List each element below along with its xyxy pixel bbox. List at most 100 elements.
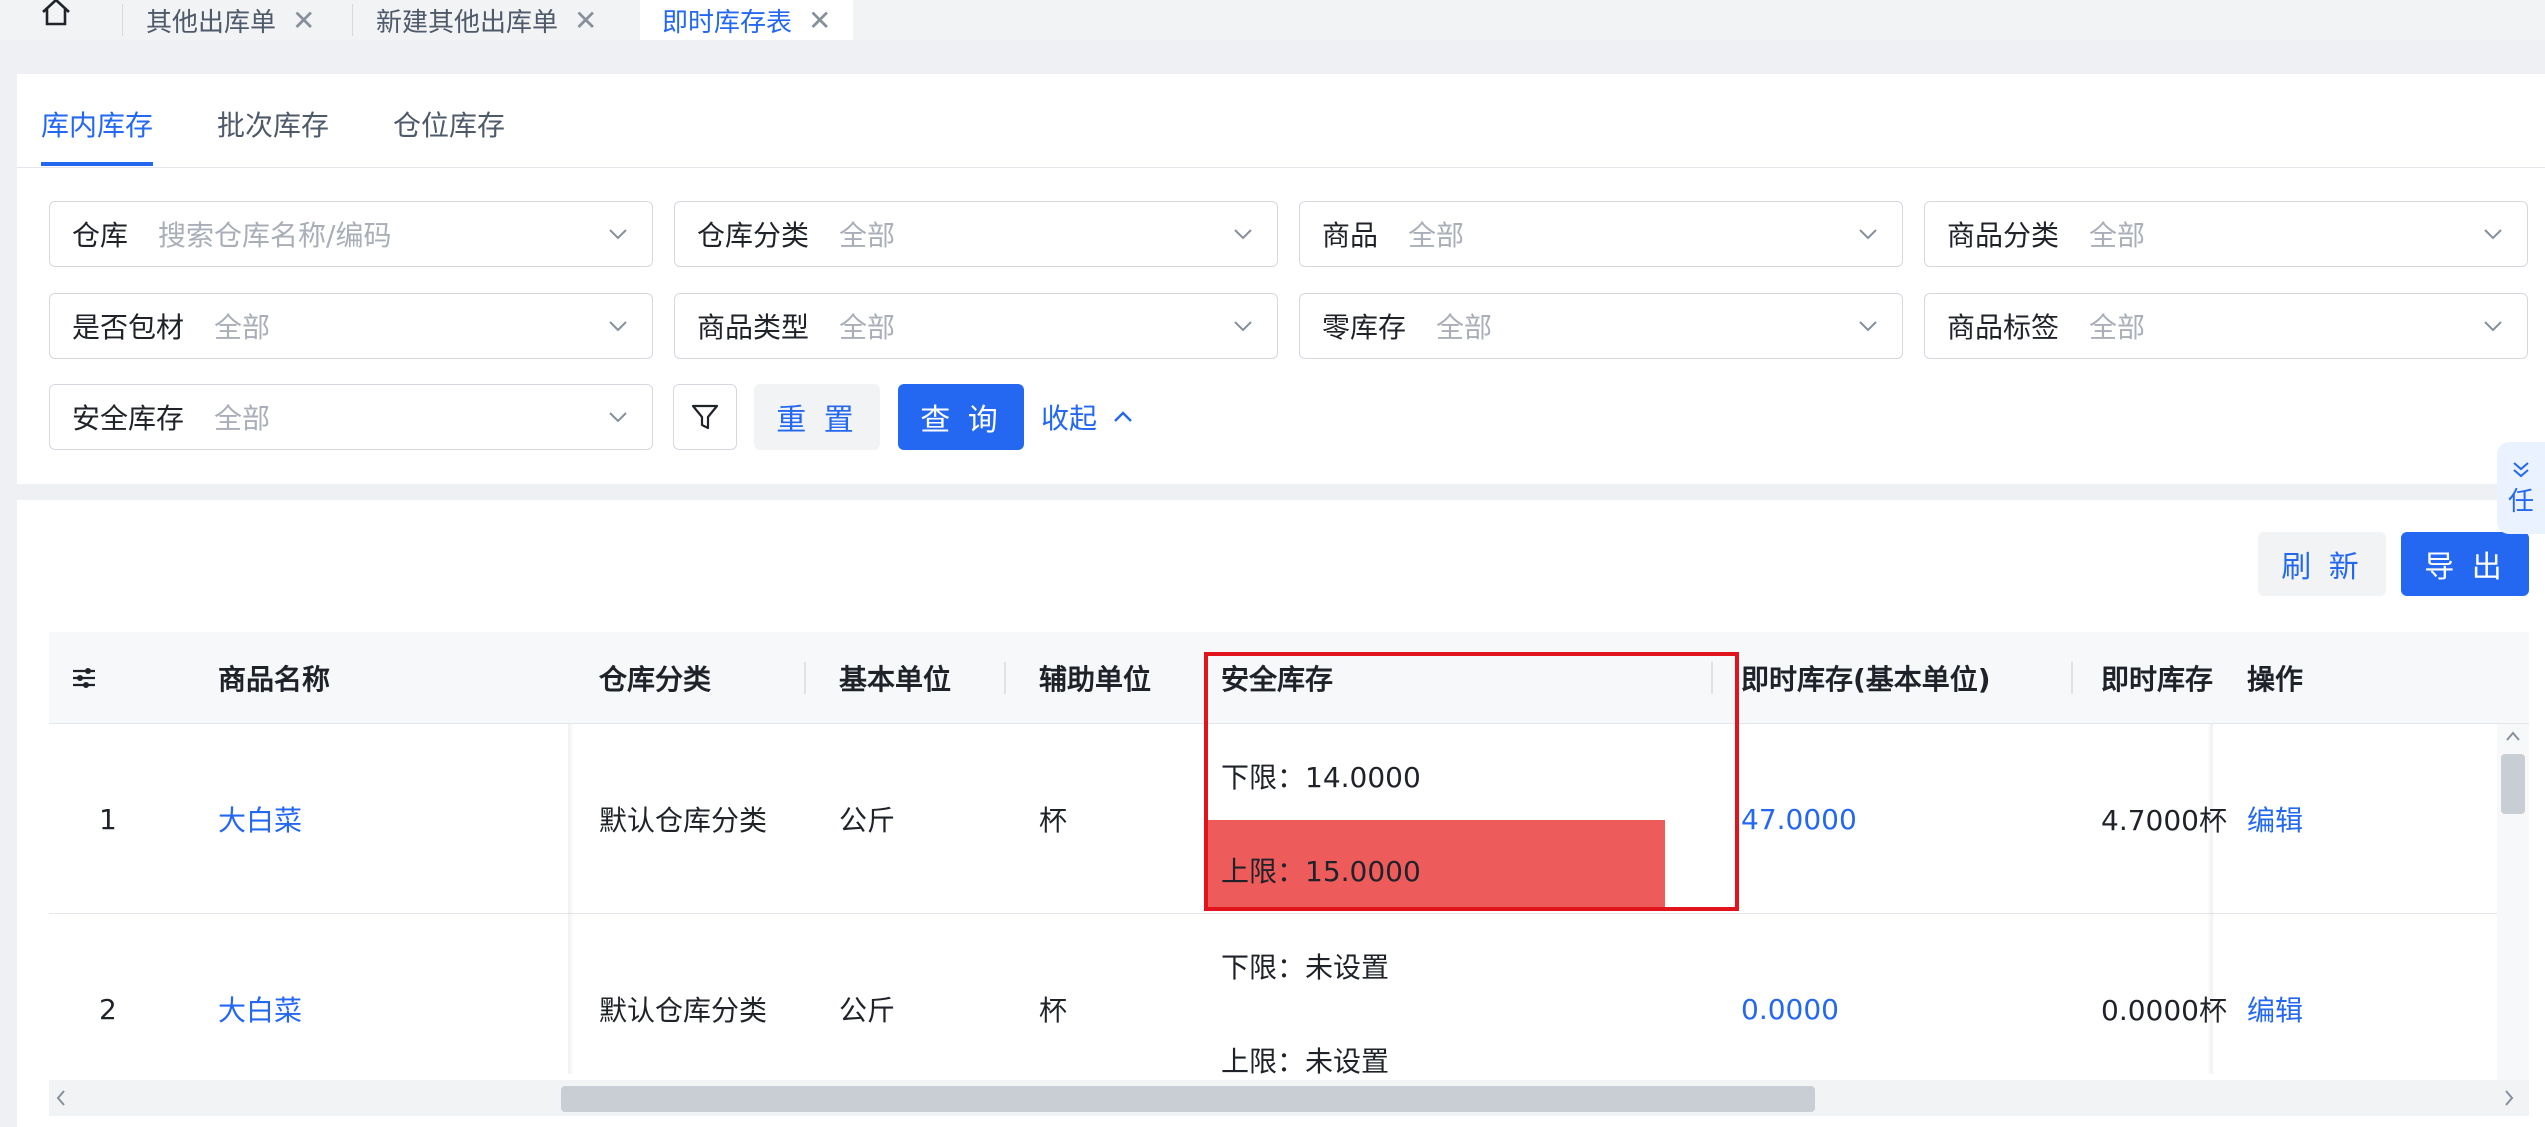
chevron-down-icon	[1234, 229, 1252, 240]
edit-link[interactable]: 编辑	[2247, 914, 2303, 1104]
annotation-highlight-box	[1204, 652, 1739, 911]
field-label: 安全库存	[72, 402, 185, 435]
chevron-down-icon	[1859, 321, 1877, 332]
product-category-select[interactable]: 商品分类 全部	[1924, 201, 2528, 267]
header-stock[interactable]: 即时库存	[2101, 632, 2213, 724]
scroll-right-icon[interactable]	[2497, 1080, 2521, 1116]
field-label: 零库存	[1322, 311, 1407, 344]
collapse-toggle[interactable]: 收起	[1041, 384, 1135, 450]
collapse-label: 收起	[1041, 402, 1098, 435]
chevron-down-icon	[2484, 321, 2502, 332]
close-icon[interactable]: ✕	[574, 4, 597, 37]
is-packaging-select[interactable]: 是否包材 全部	[49, 293, 653, 359]
chevron-down-icon	[1234, 321, 1252, 332]
field-placeholder: 全部	[1436, 311, 1493, 344]
aux-unit-cell: 杯	[1039, 804, 1068, 837]
lower-limit-text: 下限：未设置	[1221, 951, 1390, 984]
chevron-down-icon	[609, 412, 627, 423]
product-tag-select[interactable]: 商品标签 全部	[1924, 293, 2528, 359]
top-tab-strip: 其他出库单 ✕ 新建其他出库单 ✕ 即时库存表 ✕	[0, 0, 2545, 40]
double-chevron-icon	[2513, 461, 2529, 477]
header-base-unit[interactable]: 基本单位	[839, 632, 951, 724]
warehouse-category-cell: 默认仓库分类	[599, 994, 768, 1027]
sub-tabs: 库内库存 批次库存 仓位库存	[17, 74, 2545, 168]
base-unit-cell: 公斤	[839, 804, 896, 837]
tab-separator	[122, 4, 123, 36]
horizontal-scroll-thumb[interactable]	[561, 1086, 1815, 1112]
export-button[interactable]: 导 出	[2401, 532, 2529, 596]
warehouse-select[interactable]: 仓库 搜索仓库名称/编码	[49, 201, 653, 267]
filter-panel: 库内库存 批次库存 仓位库存 仓库 搜索仓库名称/编码 仓库分类 全部 商品 全…	[17, 74, 2545, 484]
zero-stock-select[interactable]: 零库存 全部	[1299, 293, 1903, 359]
aux-unit-cell: 杯	[1039, 994, 1068, 1027]
chevron-down-icon	[609, 229, 627, 240]
field-label: 商品标签	[1947, 311, 2060, 344]
query-button[interactable]: 查 询	[898, 384, 1024, 450]
chevron-up-icon	[1114, 411, 1132, 422]
edit-link[interactable]: 编辑	[2247, 724, 2303, 914]
home-icon[interactable]	[38, 0, 74, 30]
field-placeholder: 全部	[2089, 219, 2146, 252]
header-product-name[interactable]: 商品名称	[218, 632, 330, 724]
vertical-scrollbar[interactable]	[2497, 724, 2529, 1080]
warehouse-category-select[interactable]: 仓库分类 全部	[674, 201, 1278, 267]
header-warehouse-category[interactable]: 仓库分类	[599, 632, 711, 724]
column-settings-icon[interactable]	[69, 632, 99, 724]
column-resizer[interactable]	[1004, 662, 1006, 694]
warehouse-category-cell: 默认仓库分类	[599, 804, 768, 837]
widget-label: 任	[2507, 486, 2534, 517]
close-icon[interactable]: ✕	[808, 4, 831, 37]
field-label: 商品分类	[1947, 219, 2060, 252]
tab-label: 即时库存表	[662, 7, 793, 38]
column-resizer[interactable]	[2071, 662, 2073, 694]
scroll-up-icon[interactable]	[2497, 724, 2529, 748]
chevron-down-icon	[609, 321, 627, 332]
tab-batch-stock[interactable]: 批次库存	[217, 104, 329, 166]
fixed-column-shadow	[568, 724, 574, 1074]
top-tab-new-outbound[interactable]: 新建其他出库单 ✕	[354, 0, 619, 40]
floating-task-widget[interactable]: 任	[2497, 442, 2545, 534]
upper-limit-text: 上限：未设置	[1221, 1045, 1390, 1078]
reset-button[interactable]: 重 置	[754, 384, 880, 450]
safety-stock-select[interactable]: 安全库存 全部	[49, 384, 653, 450]
header-stock-base-unit[interactable]: 即时库存(基本单位)	[1741, 632, 1991, 724]
chevron-down-icon	[1859, 229, 1877, 240]
table-panel: 刷 新 导 出 商品名称 仓库分类 基本单位 辅助单位 安全库存 即时库存(基本…	[17, 500, 2545, 1127]
horizontal-scrollbar[interactable]	[49, 1080, 2529, 1116]
stock-base-link[interactable]: 47.0000	[1741, 724, 1857, 914]
tab-location-stock[interactable]: 仓位库存	[393, 104, 505, 166]
close-icon[interactable]: ✕	[292, 4, 315, 37]
header-aux-unit[interactable]: 辅助单位	[1039, 632, 1151, 724]
tab-label: 新建其他出库单	[376, 7, 559, 38]
top-tab-other-outbound[interactable]: 其他出库单 ✕	[124, 0, 337, 40]
tab-label: 其他出库单	[146, 7, 277, 38]
field-placeholder: 搜索仓库名称/编码	[158, 219, 392, 252]
row-index: 2	[99, 992, 117, 1026]
funnel-icon	[691, 404, 719, 430]
product-name-link[interactable]: 大白菜	[218, 724, 302, 914]
stock-base-link[interactable]: 0.0000	[1741, 914, 1839, 1104]
field-placeholder: 全部	[1408, 219, 1465, 252]
chevron-down-icon	[2484, 229, 2502, 240]
field-placeholder: 全部	[2089, 311, 2146, 344]
field-label: 商品	[1322, 219, 1379, 252]
product-type-select[interactable]: 商品类型 全部	[674, 293, 1278, 359]
advanced-filter-button[interactable]	[673, 384, 737, 450]
field-placeholder: 全部	[214, 402, 271, 435]
vertical-scroll-thumb[interactable]	[2501, 754, 2525, 814]
field-placeholder: 全部	[839, 219, 896, 252]
tab-in-warehouse-stock[interactable]: 库内库存	[41, 104, 154, 166]
product-select[interactable]: 商品 全部	[1299, 201, 1903, 267]
scroll-left-icon[interactable]	[49, 1080, 73, 1116]
field-label: 仓库分类	[697, 219, 810, 252]
column-resizer[interactable]	[804, 662, 806, 694]
refresh-button[interactable]: 刷 新	[2258, 532, 2386, 596]
field-label: 商品类型	[697, 311, 810, 344]
product-name-link[interactable]: 大白菜	[218, 914, 302, 1104]
field-placeholder: 全部	[214, 311, 271, 344]
header-operations: 操作	[2247, 663, 2304, 696]
top-tab-realtime-stock[interactable]: 即时库存表 ✕	[640, 0, 854, 40]
base-unit-cell: 公斤	[839, 994, 896, 1027]
row-index: 1	[99, 802, 117, 836]
field-placeholder: 全部	[839, 311, 896, 344]
